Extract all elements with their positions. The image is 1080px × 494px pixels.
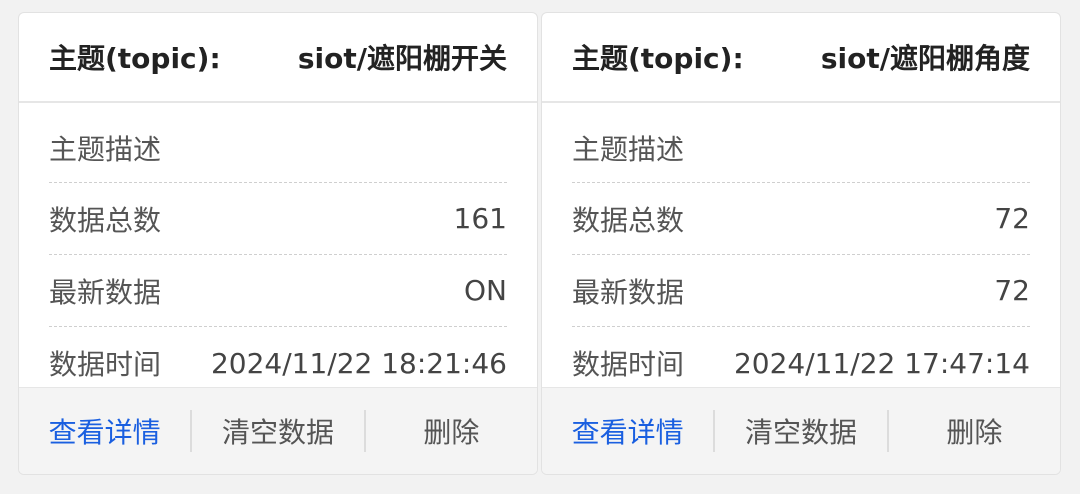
card-header: 主题(topic): siot/遮阳棚角度	[542, 13, 1060, 103]
row-value: 72	[994, 274, 1030, 307]
row-latest-data: 最新数据 ON	[49, 255, 507, 327]
topic-card: 主题(topic): siot/遮阳棚开关 主题描述 数据总数 161 最新数据…	[18, 12, 538, 475]
row-value: 72	[994, 202, 1030, 235]
row-value: ON	[464, 274, 507, 307]
row-data-count: 数据总数 161	[49, 183, 507, 255]
row-label: 主题描述	[49, 132, 162, 166]
row-label: 数据总数	[572, 203, 685, 237]
row-label: 数据时间	[49, 348, 162, 381]
view-details-button[interactable]: 查看详情	[542, 411, 713, 451]
row-description: 主题描述	[49, 113, 507, 183]
row-value: 2024/11/22 17:47:14	[733, 346, 1030, 380]
topic-card: 主题(topic): siot/遮阳棚角度 主题描述 数据总数 72 最新数据 …	[541, 12, 1061, 475]
topic-name: siot/遮阳棚角度	[820, 42, 1030, 75]
card-header: 主题(topic): siot/遮阳棚开关	[19, 13, 537, 103]
row-description: 主题描述	[572, 113, 1030, 183]
row-label: 数据时间	[572, 348, 685, 381]
card-footer: 查看详情 清空数据 删除	[19, 387, 537, 474]
row-label: 数据总数	[49, 203, 162, 237]
clear-data-button[interactable]: 清空数据	[192, 411, 363, 451]
clear-data-button[interactable]: 清空数据	[715, 411, 886, 451]
topic-header-label: 主题(topic):	[49, 42, 221, 75]
topic-name: siot/遮阳棚开关	[297, 42, 507, 75]
row-value: 161	[453, 202, 507, 235]
card-footer: 查看详情 清空数据 删除	[542, 387, 1060, 474]
topic-header-label: 主题(topic):	[572, 42, 744, 75]
view-details-button[interactable]: 查看详情	[19, 411, 190, 451]
delete-button[interactable]: 删除	[889, 411, 1060, 451]
row-label: 主题描述	[572, 132, 685, 166]
row-data-count: 数据总数 72	[572, 183, 1030, 255]
delete-button[interactable]: 删除	[366, 411, 537, 451]
row-value: 2024/11/22 18:21:46	[210, 346, 507, 380]
card-body: 主题描述 数据总数 161 最新数据 ON 数据时间 2024/11/22 18…	[19, 103, 537, 381]
row-latest-data: 最新数据 72	[572, 255, 1030, 327]
row-label: 最新数据	[49, 275, 162, 309]
card-body: 主题描述 数据总数 72 最新数据 72 数据时间 2024/11/22 17:…	[542, 103, 1060, 381]
row-label: 最新数据	[572, 275, 685, 309]
